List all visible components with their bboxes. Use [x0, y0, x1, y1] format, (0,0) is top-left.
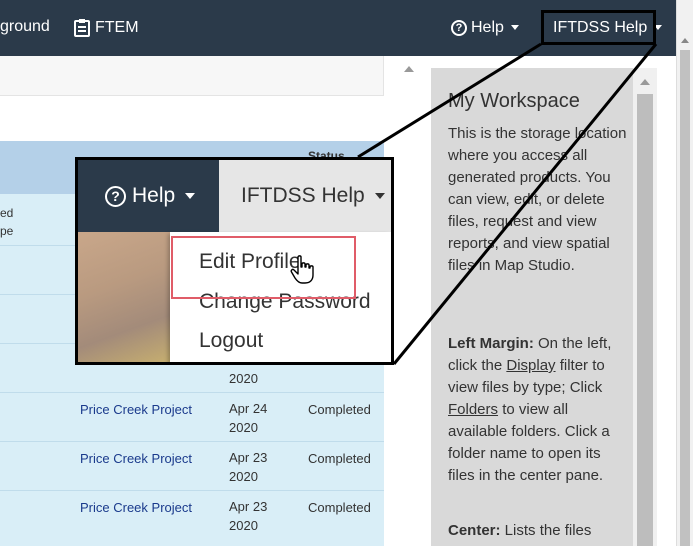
nav-ftem-link[interactable]: FTEM: [74, 9, 139, 46]
table-row[interactable]: Price Creek Project Apr 24 2020 Completed: [0, 392, 384, 441]
workspace-scrollbar[interactable]: [633, 68, 657, 546]
date-cell: Apr 23 2020: [229, 499, 268, 533]
scroll-up-arrow-icon[interactable]: [404, 66, 414, 72]
callout-help-dropdown[interactable]: ? Help: [78, 160, 219, 232]
chevron-down-icon: [510, 25, 519, 30]
folders-link[interactable]: Folders: [448, 401, 498, 418]
edit-profile-highlight: [171, 236, 356, 299]
page-scrollbar[interactable]: [676, 0, 693, 546]
table-row[interactable]: Price Creek Project Apr 23 2020 Completed: [0, 441, 384, 490]
scroll-up-arrow-icon[interactable]: [681, 38, 689, 43]
workspace-left-margin-text: Left Margin: On the left, click the Disp…: [448, 335, 612, 484]
nav-ftem-label: FTEM: [95, 18, 139, 36]
chevron-down-icon: [185, 193, 196, 199]
blurred-background-image: [78, 232, 170, 362]
question-circle-icon: ?: [105, 185, 126, 207]
annotation-highlight-box: [541, 10, 656, 45]
menu-item-logout[interactable]: Logout: [199, 329, 263, 353]
workspace-intro: This is the storage location where you a…: [448, 125, 627, 274]
scrollbar-thumb[interactable]: [637, 94, 653, 546]
callout-help-label: Help: [132, 184, 176, 207]
filter-card: [0, 56, 384, 96]
scroll-up-arrow-icon[interactable]: [640, 79, 650, 85]
date-cell: 2020: [229, 371, 258, 386]
date-cell: Apr 24 2020: [229, 401, 268, 435]
top-navbar: ground FTEM ? Help IFTDSS Help: [0, 0, 676, 56]
center-pane-scrollbar[interactable]: [396, 56, 420, 546]
status-cell: Completed: [308, 402, 371, 417]
project-link[interactable]: Price Creek Project: [80, 498, 192, 517]
table-cell-fragment: pe: [0, 224, 14, 238]
table-row[interactable]: Price Creek Project Apr 23 2020 Completed: [0, 490, 384, 539]
workspace-title: My Workspace: [448, 90, 580, 112]
chevron-down-icon: [374, 193, 385, 199]
app-screen: ground FTEM ? Help IFTDSS Help Status ed…: [0, 0, 693, 546]
project-link[interactable]: Price Creek Project: [80, 400, 192, 419]
nav-help-dropdown[interactable]: ? Help: [451, 9, 519, 46]
callout-navbar: ? Help IFTDSS Help: [78, 160, 391, 232]
workspace-help-panel: My Workspace This is the storage locatio…: [431, 68, 657, 546]
scrollbar-thumb[interactable]: [680, 50, 690, 546]
clipboard-icon: [74, 18, 90, 37]
status-cell: Completed: [308, 500, 371, 515]
date-cell: Apr 23 2020: [229, 450, 268, 484]
project-link[interactable]: Price Creek Project: [80, 449, 192, 468]
display-link[interactable]: Display: [506, 357, 555, 374]
callout-iftdss-help-dropdown[interactable]: IFTDSS Help: [241, 160, 385, 232]
hand-cursor-icon: [290, 255, 314, 284]
status-cell: Completed: [308, 451, 371, 466]
table-cell-fragment: ed: [0, 206, 14, 220]
workspace-center-text: Center: Lists the files: [448, 522, 592, 539]
question-circle-icon: ?: [451, 19, 467, 36]
callout-iftdss-help-label: IFTDSS Help: [241, 184, 365, 207]
nav-help-label: Help: [471, 18, 504, 36]
nav-background-link[interactable]: ground: [0, 18, 50, 36]
